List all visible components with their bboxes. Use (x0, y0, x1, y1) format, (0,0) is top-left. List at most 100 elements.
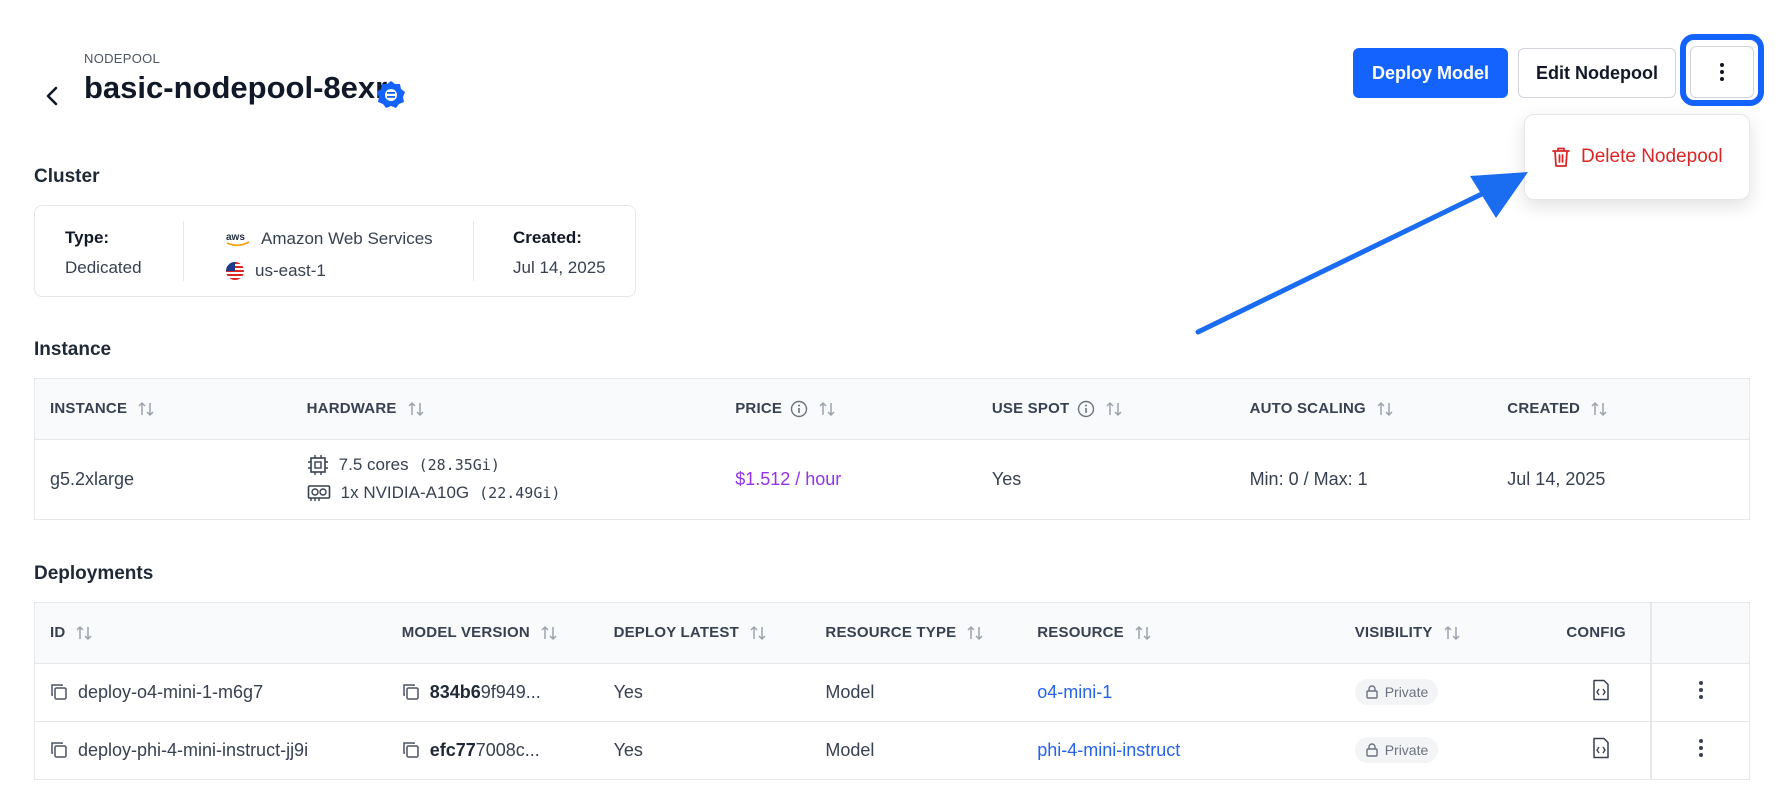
cluster-created: Created: Jul 14, 2025 (513, 228, 606, 278)
cell-resource-type: Model (810, 663, 1023, 722)
instance-section-title: Instance (34, 339, 112, 360)
version-hash-bold: 834b6 (429, 681, 481, 702)
col-instance[interactable]: INSTANCE (35, 379, 292, 440)
svg-text:aws: aws (226, 232, 245, 243)
cell-use-spot: Yes (991, 468, 1022, 489)
provider-name: Amazon Web Services (261, 229, 433, 248)
sort-icon (138, 402, 154, 417)
deployment-id: deploy-phi-4-mini-instruct-jj9i (78, 739, 309, 760)
page-header: NODEPOOL basic-nodepool-8exr (34, 48, 1774, 118)
col-actions (1650, 603, 1749, 664)
visibility-badge: Private (1354, 679, 1439, 705)
col-auto-scaling[interactable]: AUTO SCALING (1234, 379, 1493, 440)
sort-icon (408, 402, 424, 417)
version-hash-rest: 9f949... (480, 681, 541, 702)
col-price[interactable]: PRICE (720, 379, 977, 440)
table-row: g5.2xlarge 7.5 cores (28.35Gi) 1x NVIDIA… (35, 439, 1749, 519)
col-hardware[interactable]: HARDWARE (291, 379, 721, 440)
kebab-menu-icon[interactable] (1698, 738, 1704, 758)
sort-icon (76, 626, 92, 641)
sort-icon (1135, 626, 1151, 641)
instance-table: INSTANCE HARDWARE PRICE USE SPOT AUTO SC… (34, 378, 1750, 520)
col-created[interactable]: CREATED (1492, 379, 1749, 440)
table-row: deploy-phi-4-mini-instruct-jj9i efc77700… (35, 721, 1749, 779)
col-deploy-latest[interactable]: DEPLOY LATEST (598, 603, 811, 664)
cell-visibility: Private (1339, 663, 1552, 722)
sort-icon (750, 626, 766, 641)
cell-id: deploy-o4-mini-1-m6g7 (35, 663, 387, 722)
deployment-id: deploy-o4-mini-1-m6g7 (78, 681, 264, 702)
col-visibility[interactable]: VISIBILITY (1339, 603, 1552, 664)
chevron-left-icon (46, 86, 58, 106)
sort-icon (967, 626, 983, 641)
info-icon[interactable] (1077, 400, 1095, 418)
sort-icon (1106, 401, 1122, 416)
copy-icon[interactable] (402, 683, 420, 701)
us-flag-icon (226, 262, 244, 280)
verified-badge-icon (377, 81, 405, 108)
deploy-model-button[interactable]: Deploy Model (1353, 48, 1508, 98)
cell-deploy-latest: Yes (613, 739, 643, 760)
lock-icon (1365, 685, 1378, 699)
row-actions[interactable] (1650, 721, 1749, 779)
visibility-badge: Private (1354, 737, 1439, 764)
col-model-version[interactable]: MODEL VERSION (386, 603, 599, 664)
cluster-type: Type: Dedicated (65, 228, 142, 278)
version-hash-rest: 7008c... (475, 739, 540, 760)
more-options-button[interactable] (1690, 46, 1754, 98)
cell-config (1551, 721, 1651, 779)
delete-nodepool-item[interactable]: Delete Nodepool (1551, 146, 1723, 168)
config-file-icon[interactable] (1591, 679, 1611, 701)
copy-icon[interactable] (402, 741, 420, 759)
cpu-icon (307, 455, 328, 476)
edit-nodepool-button[interactable]: Edit Nodepool (1518, 48, 1676, 98)
version-hash-bold: efc77 (429, 739, 476, 760)
back-button[interactable] (38, 76, 66, 116)
cell-config (1551, 663, 1652, 722)
gpu-model: 1x NVIDIA-A10G (340, 483, 470, 503)
divider (473, 221, 474, 281)
divider (183, 221, 184, 281)
kebab-menu-icon (1720, 63, 1724, 81)
sort-icon (1377, 402, 1393, 417)
col-use-spot[interactable]: USE SPOT (976, 379, 1235, 440)
col-config: CONFIG (1551, 603, 1652, 664)
cell-created: Jul 14, 2025 (1507, 468, 1606, 489)
region-name: us-east-1 (255, 261, 326, 280)
resource-link[interactable]: phi-4-mini-instruct (1022, 721, 1339, 779)
lock-icon (1365, 743, 1378, 757)
deployments-section-title: Deployments (34, 563, 154, 584)
copy-icon[interactable] (50, 741, 68, 759)
kebab-menu-icon[interactable] (1698, 680, 1704, 700)
table-row: deploy-o4-mini-1-m6g7 834b69f949... Yes … (35, 663, 1749, 722)
cluster-type-value: Dedicated (65, 258, 142, 277)
col-resource[interactable]: RESOURCE (1022, 603, 1340, 664)
copy-icon[interactable] (50, 683, 68, 701)
page-eyebrow: NODEPOOL (84, 51, 161, 66)
cluster-card: Type: Dedicated aws Amazon Web Services (34, 205, 636, 297)
info-icon[interactable] (790, 400, 808, 418)
config-file-icon[interactable] (1591, 737, 1611, 759)
cpu-cores: 7.5 cores (338, 455, 409, 475)
cluster-type-label: Type: (65, 228, 110, 247)
cluster-provider: aws Amazon Web Services us-east-1 (225, 226, 433, 284)
options-dropdown: Delete Nodepool (1524, 114, 1750, 200)
col-resource-type[interactable]: RESOURCE TYPE (810, 603, 1023, 664)
row-actions[interactable] (1650, 663, 1749, 722)
page-title: basic-nodepool-8exr (84, 70, 388, 105)
sort-icon (1591, 402, 1607, 417)
cell-hardware: 7.5 cores (28.35Gi) 1x NVIDIA-A10G (22.4… (292, 439, 721, 519)
sort-icon (819, 401, 835, 416)
cell-visibility: Private (1340, 721, 1552, 779)
cell-model-version: efc777008c... (387, 721, 599, 779)
col-id[interactable]: ID (35, 603, 387, 664)
resource-link[interactable]: o4-mini-1 (1022, 663, 1340, 722)
delete-nodepool-label: Delete Nodepool (1581, 146, 1723, 167)
cell-model-version: 834b69f949... (386, 663, 599, 722)
cluster-section-title: Cluster (34, 166, 100, 187)
cell-price: $1.512 / hour (735, 468, 842, 489)
deployments-table: ID MODEL VERSION DEPLOY LATEST RESOURCE … (34, 602, 1750, 780)
cell-resource-type: Model (825, 739, 875, 760)
cell-auto-scaling: Min: 0 / Max: 1 (1249, 468, 1368, 489)
cluster-created-label: Created: (513, 228, 582, 247)
